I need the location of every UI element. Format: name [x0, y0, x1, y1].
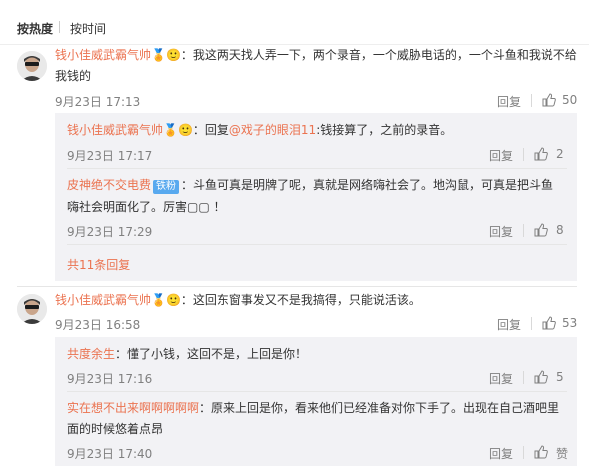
reply-button[interactable]: 回复	[489, 223, 513, 240]
reply-body: :钱接算了，之前的录音。	[316, 123, 453, 137]
reply-username[interactable]: 实在想不出来啊啊啊啊啊	[67, 401, 199, 415]
avatar[interactable]	[17, 51, 47, 81]
reply-list: 共度余生：懂了小钱，这回不是，上回是你！ 9月23日 17:16 回复 5 实在…	[55, 337, 577, 466]
reply-timestamp: 9月23日 17:16	[67, 372, 153, 386]
reply-button[interactable]: 回复	[497, 93, 521, 110]
reply-text: 皮神绝不交电费 铁粉 ：斗鱼可真是明牌了呢，真就是网络嗨社会了。地沟鼠，可真是把斗鱼	[67, 175, 553, 195]
like-count: 50	[562, 93, 578, 107]
comment-timestamp: 9月23日 16:58	[55, 318, 141, 332]
comment-text: 钱小佳威武霸气帅🏅🙂：这回东窗事发又不是我搞得，只能说活该。	[55, 290, 421, 310]
comment-username[interactable]: 钱小佳威武霸气帅	[55, 293, 151, 307]
like-icon[interactable]	[542, 316, 556, 330]
reply-text-cont: 面的时候悠着点昂	[67, 422, 164, 436]
like-count: 5	[556, 370, 564, 384]
comment-text: 钱小佳威武霸气帅🏅🙂：我这两天找人弄一下，两个录音，一个威胁电话的，一个斗鱼和我…	[55, 45, 577, 65]
sort-by-hot-tab[interactable]: 按热度	[17, 20, 53, 37]
reply-username[interactable]: 皮神绝不交电费	[67, 178, 151, 192]
reply-divider	[67, 391, 567, 392]
like-icon[interactable]	[534, 445, 548, 459]
reply-button[interactable]: 回复	[489, 370, 513, 387]
reply-body: ：原来上回是你，看来他们已经准备对你下手了。出现在自己酒吧里	[199, 401, 560, 415]
reply-divider	[67, 244, 567, 245]
reply-timestamp: 9月23日 17:29	[67, 225, 153, 239]
reply-button[interactable]: 回复	[489, 147, 513, 164]
like-label: 赞	[556, 447, 569, 461]
vip-badge-icon: 🏅🙂	[163, 123, 193, 137]
reply-list: 钱小佳威武霸气帅🏅🙂：回复@戏子的眼泪11:钱接算了，之前的录音。 9月23日 …	[55, 113, 577, 281]
reply-button[interactable]: 回复	[497, 316, 521, 333]
reply-button[interactable]: 回复	[489, 445, 513, 462]
like-count: 53	[562, 316, 578, 330]
sort-by-time-tab[interactable]: 按时间	[70, 20, 106, 37]
avatar[interactable]	[17, 294, 47, 324]
action-separator	[523, 224, 524, 237]
comment-divider	[17, 286, 577, 287]
reply-text-cont: 嗨社会明面化了。厉害▢▢ ！	[67, 200, 226, 214]
reply-divider	[67, 168, 567, 169]
comment-body: ：我这两天找人弄一下，两个录音，一个威胁电话的，一个斗鱼和我说不给	[180, 48, 577, 62]
reply-prefix: ：回复	[192, 123, 229, 137]
sort-separator	[59, 21, 60, 33]
comment-username[interactable]: 钱小佳威武霸气帅	[55, 48, 151, 62]
comment-text-cont: 我钱的	[55, 69, 92, 83]
action-separator	[523, 446, 524, 459]
reply-text: 钱小佳威武霸气帅🏅🙂：回复@戏子的眼泪11:钱接算了，之前的录音。	[67, 120, 452, 140]
vip-badge-icon: 🏅🙂	[151, 293, 181, 307]
like-count: 2	[556, 147, 564, 161]
comment-timestamp: 9月23日 17:13	[55, 95, 141, 109]
like-count: 8	[556, 223, 564, 237]
fan-badge: 铁粉	[153, 180, 180, 194]
reply-text: 实在想不出来啊啊啊啊啊：原来上回是你，看来他们已经准备对你下手了。出现在自己酒吧…	[67, 398, 559, 418]
like-icon[interactable]	[534, 223, 548, 237]
action-separator	[531, 94, 532, 107]
like-icon[interactable]	[542, 93, 556, 107]
reply-timestamp: 9月23日 17:40	[67, 447, 153, 461]
reply-username[interactable]: 共度余生	[67, 347, 115, 361]
reply-body: ：斗鱼可真是明牌了呢，真就是网络嗨社会了。地沟鼠，可真是把斗鱼	[181, 178, 554, 192]
action-separator	[523, 371, 524, 384]
more-replies-link[interactable]: 共11条回复	[67, 256, 130, 273]
action-separator	[523, 148, 524, 161]
reply-body: ：懂了小钱，这回不是，上回是你！	[115, 347, 308, 361]
comment-body: ：这回东窗事发又不是我搞得，只能说活该。	[180, 293, 421, 307]
reply-text: 共度余生：懂了小钱，这回不是，上回是你！	[67, 344, 307, 364]
vip-badge-icon: 🏅🙂	[151, 48, 181, 62]
like-icon[interactable]	[534, 147, 548, 161]
action-separator	[531, 317, 532, 330]
reply-timestamp: 9月23日 17:17	[67, 149, 153, 163]
reply-username[interactable]: 钱小佳威武霸气帅	[67, 123, 163, 137]
mention-link[interactable]: @戏子的眼泪11	[229, 123, 316, 137]
like-icon[interactable]	[534, 370, 548, 384]
